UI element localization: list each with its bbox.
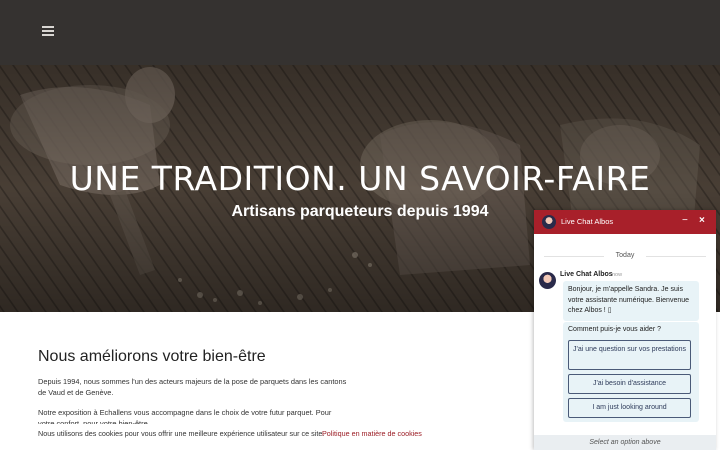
message-time: now [612,272,623,278]
quick-reply-question: Comment puis-je vous aider ? [568,326,661,333]
chat-title: Live Chat Albos [561,217,614,226]
live-chat-widget: Live Chat Albos − × Today Live Chat Albo… [534,210,716,450]
option-need-assistance-button[interactable]: J'ai besoin d'assistance [568,374,691,394]
chat-header[interactable]: Live Chat Albos − × [534,210,716,234]
agent-name: Live Chat Albos [560,271,613,278]
cookie-notice-text: Nous utilisons des cookies pour vous off… [38,429,325,438]
close-icon[interactable]: × [699,215,705,226]
hamburger-menu-icon[interactable] [42,26,54,36]
divider [646,256,706,257]
quick-reply-card: Comment puis-je vous aider ? J'ai une qu… [563,322,699,422]
cookie-policy-link[interactable]: Politique en matière de cookies [322,429,422,438]
section-heading: Nous améliorons votre bien-être [38,348,266,365]
top-navigation-bar [0,0,720,65]
chat-avatar-icon [542,215,556,229]
intro-paragraph-1: Depuis 1994, nous sommes l'un des acteur… [38,377,347,397]
minimize-icon[interactable]: − [682,215,688,226]
agent-avatar [539,272,556,289]
option-just-looking-button[interactable]: I am just looking around [568,398,691,418]
agent-message-bubble: Bonjour, je m'appelle Sandra. Je suis vo… [563,281,699,321]
option-question-services-button[interactable]: J'ai une question sur vos prestations [568,340,691,370]
chat-footer-hint: Select an option above [534,435,716,450]
cookie-banner: Nous utilisons des cookies pour vous off… [0,424,534,444]
hero-title: UNE TRADITION. UN SAVOIR-FAIRE [69,159,651,198]
